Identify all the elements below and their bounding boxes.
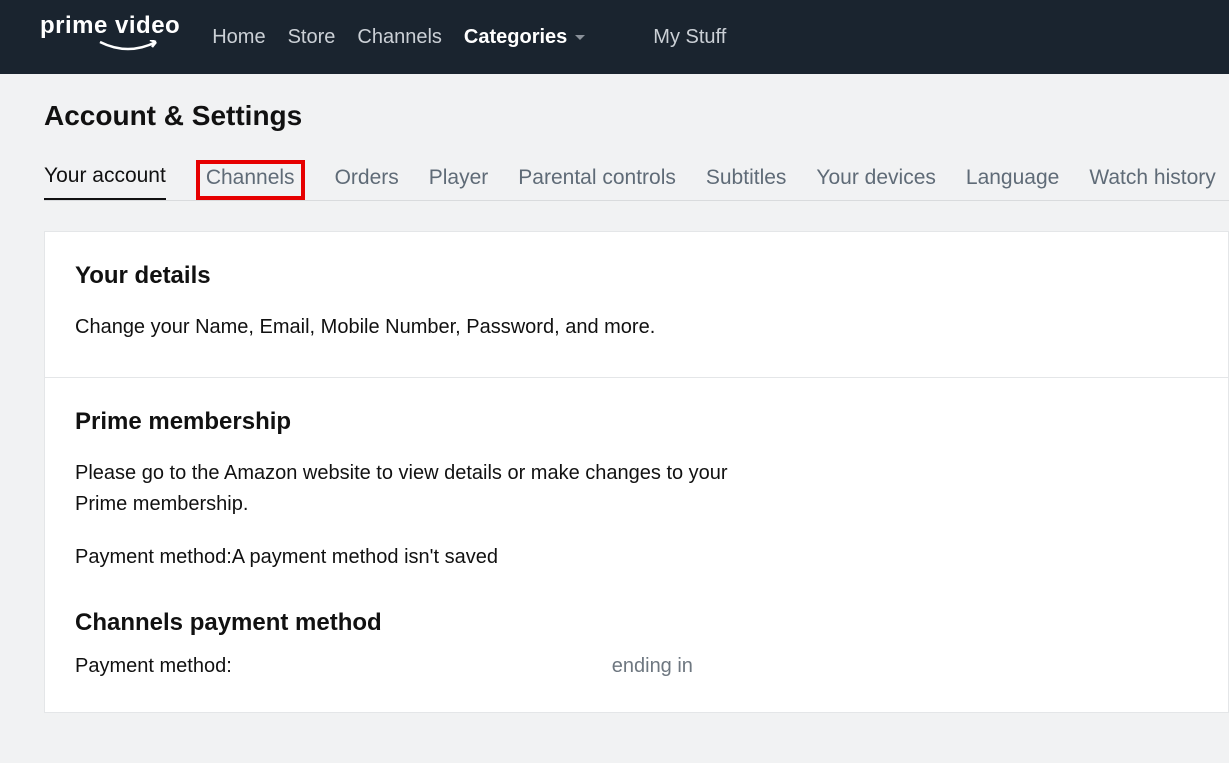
channels-payment-row: Payment method: ending in <box>75 655 1198 678</box>
tab-channels[interactable]: Channels <box>196 160 305 200</box>
card-title-channels-payment: Channels payment method <box>75 609 1198 637</box>
tab-parental-controls[interactable]: Parental controls <box>518 166 676 200</box>
card-body-your-details: Change your Name, Email, Mobile Number, … <box>75 312 755 343</box>
tab-subtitles[interactable]: Subtitles <box>706 166 787 200</box>
tab-watch-history[interactable]: Watch history <box>1089 166 1215 200</box>
card-title-prime: Prime membership <box>75 408 1198 436</box>
card-title-your-details: Your details <box>75 262 1198 290</box>
tab-language[interactable]: Language <box>966 166 1059 200</box>
smile-icon <box>98 40 170 60</box>
card-body-prime: Please go to the Amazon website to view … <box>75 458 755 520</box>
page-title: Account & Settings <box>44 100 1229 132</box>
card-your-details[interactable]: Your details Change your Name, Email, Mo… <box>44 231 1229 377</box>
nav-channels[interactable]: Channels <box>357 26 442 49</box>
top-nav: prime video Home Store Channels Categori… <box>0 0 1229 74</box>
tab-player[interactable]: Player <box>429 166 489 200</box>
page-content: Account & Settings Your account Channels… <box>0 74 1229 713</box>
card-prime-membership: Prime membership Please go to the Amazon… <box>44 377 1229 713</box>
settings-cards: Your details Change your Name, Email, Mo… <box>44 231 1229 713</box>
nav-categories[interactable]: Categories <box>464 26 585 49</box>
nav-home[interactable]: Home <box>212 26 265 49</box>
channels-payment-label: Payment method: <box>75 655 232 678</box>
channels-payment-ending: ending in <box>612 655 693 678</box>
prime-video-logo[interactable]: prime video <box>40 14 180 60</box>
tab-your-devices[interactable]: Your devices <box>816 166 935 200</box>
tab-your-account[interactable]: Your account <box>44 164 166 200</box>
prime-payment-line: Payment method:A payment method isn't sa… <box>75 542 755 573</box>
tab-orders[interactable]: Orders <box>335 166 399 200</box>
nav-my-stuff[interactable]: My Stuff <box>653 26 726 49</box>
nav-store[interactable]: Store <box>288 26 336 49</box>
nav-items: Home Store Channels Categories My Stuff <box>212 26 726 49</box>
settings-tabs: Your account Channels Orders Player Pare… <box>44 160 1229 201</box>
logo-text: prime video <box>40 14 180 38</box>
